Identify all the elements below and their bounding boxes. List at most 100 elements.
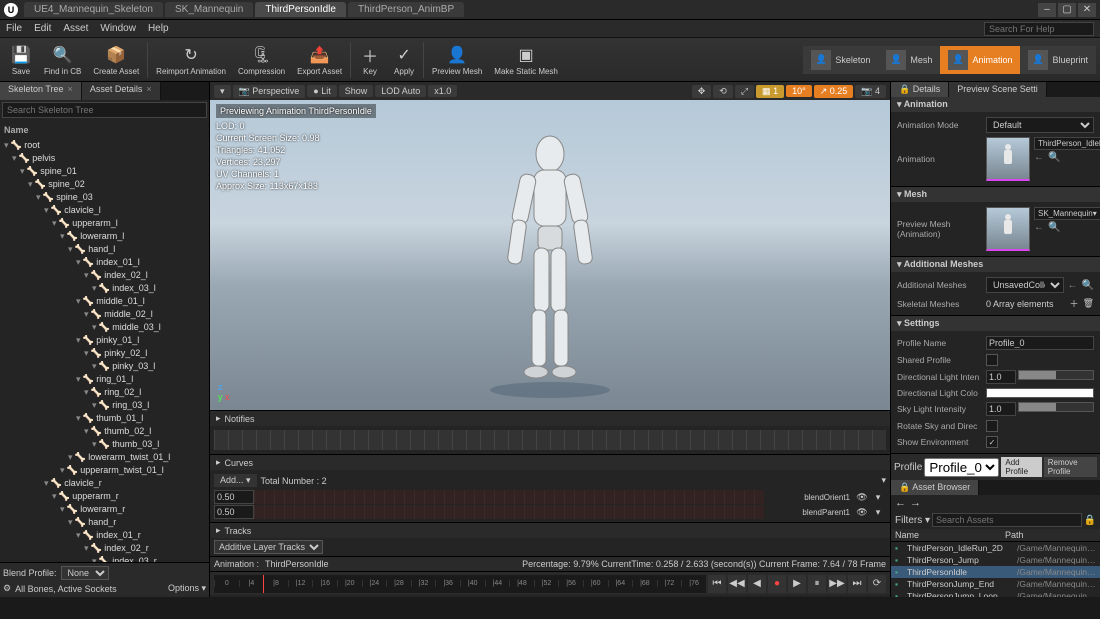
blend-profile-select[interactable]: None [61,566,109,580]
bone-node[interactable]: ▾🦴 ring_01_l [4,373,205,386]
sky-light-input[interactable] [986,402,1016,416]
compression-button[interactable]: 🗜Compression [232,42,291,78]
bone-node[interactable]: ▾🦴 upperarm_twist_01_l [4,464,205,477]
section-mesh[interactable]: ▾ Mesh [891,187,1100,202]
dir-light-color-picker[interactable] [986,388,1094,398]
bone-node[interactable]: ▾🦴 lowerarm_l [4,230,205,243]
use-icon[interactable]: ← [1034,222,1044,233]
bone-node[interactable]: ▾🦴 spine_03 [4,191,205,204]
bone-node[interactable]: ▾🦴 hand_l [4,243,205,256]
preview-mesh-button[interactable]: 👤Preview Mesh [426,42,488,78]
visibility-toggle[interactable]: 👁 [854,492,870,503]
lit-button[interactable]: ● Lit [307,85,336,97]
lock-icon[interactable]: 🔒 [1084,515,1096,526]
tab-skeleton-tree[interactable]: Skeleton Tree× [0,82,82,100]
snap-grid-button[interactable]: ▦ 1 [756,85,784,98]
notifies-header[interactable]: ▸Notifies [210,411,890,426]
bone-node[interactable]: ▾🦴 index_02_l [4,269,205,282]
maximize-button[interactable]: ▢ [1058,3,1076,17]
section-settings[interactable]: ▾ Settings [891,316,1100,331]
goto-end-button[interactable]: ⏭ [848,575,866,593]
bone-node[interactable]: ▾🦴 index_01_l [4,256,205,269]
asset-row[interactable]: ▪ThirdPerson_IdleRun_2D/Game/Mannequin/A… [891,542,1100,554]
transform-rotate-button[interactable]: ⟲ [713,85,733,98]
find-in-cb-button[interactable]: 🔍Find in CB [38,42,87,78]
document-tab[interactable]: SK_Mannequin [165,2,253,17]
curve-track[interactable]: 0.50blendOrient1👁▾ [214,490,886,504]
search-icon[interactable]: 🔍 [1048,222,1060,233]
snap-scale-button[interactable]: ↗ 0.25 [814,85,854,98]
bone-node[interactable]: ▾🦴 root [4,139,205,152]
lod-button[interactable]: LOD Auto [375,85,426,97]
menu-edit[interactable]: Edit [34,23,51,34]
settings-icon[interactable]: ⚙ [3,583,11,594]
transform-move-button[interactable]: ✥ [692,85,712,98]
loop-button[interactable]: ⟳ [868,575,886,593]
sky-light-slider[interactable] [1018,402,1094,412]
menu-asset[interactable]: Asset [63,23,88,34]
visibility-toggle[interactable]: 👁 [854,507,870,518]
minimize-button[interactable]: – [1038,3,1056,17]
options-dropdown[interactable]: Options ▾ [168,583,206,594]
key-button[interactable]: ＋Key [353,42,387,78]
bone-filter-label[interactable]: All Bones, Active Sockets [15,584,117,594]
step-fwd-button[interactable]: ▶▶ [828,575,846,593]
remove-profile-button[interactable]: Remove Profile [1044,457,1097,477]
show-env-checkbox[interactable]: ✓ [986,436,998,448]
bone-node[interactable]: ▾🦴 index_01_r [4,529,205,542]
animation-asset-link[interactable]: ThirdPerson_IdleRun_2D▾ [1034,137,1100,150]
reimport-animation-button[interactable]: ↻Reimport Animation [150,42,232,78]
curves-header[interactable]: ▸Curves [210,455,890,470]
timeline-ruler[interactable]: 0|4|8|12|16|20|24|28|32|36|40|44|48|52|5… [214,575,706,593]
mode-animation-button[interactable]: 👤Animation [940,46,1020,74]
show-button[interactable]: Show [339,85,374,97]
bone-node[interactable]: ▾🦴 upperarm_r [4,490,205,503]
bone-node[interactable]: ▾🦴 thumb_02_l [4,425,205,438]
curve-track[interactable]: 0.50blendParent1👁▾ [214,505,886,519]
profile-name-input[interactable] [986,336,1094,350]
transform-scale-button[interactable]: ⤢ [735,85,754,98]
bone-node[interactable]: ▾🦴 hand_r [4,516,205,529]
record-button[interactable]: ● [768,575,786,593]
bone-node[interactable]: ▾🦴 pinky_01_l [4,334,205,347]
section-animation[interactable]: ▾ Animation [891,97,1100,112]
search-icon[interactable]: 🔍 [1082,280,1094,291]
bone-node[interactable]: ▾🦴 index_02_r [4,542,205,555]
bone-node[interactable]: ▾🦴 clavicle_l [4,204,205,217]
bone-node[interactable]: ▾🦴 pelvis [4,152,205,165]
column-name[interactable]: Name [895,530,1005,540]
curve-value[interactable]: 0.50 [214,505,254,519]
mesh-thumbnail[interactable] [986,207,1030,251]
asset-search-input[interactable] [932,513,1082,527]
bone-node[interactable]: ▾🦴 thumb_01_l [4,412,205,425]
close-icon[interactable]: × [68,84,73,94]
curve-menu[interactable]: ▾ [870,492,886,503]
add-element-button[interactable]: ＋ [1070,297,1079,310]
profile-select[interactable]: Profile_0 [924,458,999,477]
3d-viewport[interactable]: Previewing Animation ThirdPersonIdle LOD… [210,100,890,410]
document-tab[interactable]: UE4_Mannequin_Skeleton [24,2,163,17]
use-icon[interactable]: ← [1034,152,1044,163]
bone-node[interactable]: ▾🦴 pinky_03_l [4,360,205,373]
help-search-input[interactable] [984,22,1094,36]
add-meshes-select[interactable]: UnsavedCollection [986,277,1064,293]
tab-details[interactable]: 🔒 Details [891,82,949,97]
bone-node[interactable]: ▾🦴 lowerarm_twist_01_l [4,451,205,464]
apply-button[interactable]: ✓Apply [387,42,421,78]
dir-light-intensity-slider[interactable] [1018,370,1094,380]
bone-node[interactable]: ▾🦴 middle_02_l [4,308,205,321]
skeleton-search-input[interactable] [2,102,207,118]
bone-node[interactable]: ▾🦴 index_03_r [4,555,205,562]
additive-tracks-select[interactable]: Additive Layer Tracks [214,540,323,554]
viewport-menu-button[interactable]: ▾ [214,85,231,98]
bone-node[interactable]: ▾🦴 ring_03_l [4,399,205,412]
mode-skeleton-button[interactable]: 👤Skeleton [803,46,878,74]
export-asset-button[interactable]: 📤Export Asset [291,42,348,78]
rotate-sky-checkbox[interactable] [986,420,998,432]
bone-node[interactable]: ▾🦴 index_03_l [4,282,205,295]
shared-profile-checkbox[interactable] [986,354,998,366]
make-static-mesh-button[interactable]: ▣Make Static Mesh [488,42,564,78]
close-button[interactable]: ✕ [1078,3,1096,17]
asset-row[interactable]: ▪ThirdPersonJump_Loop/Game/Mannequin/An [891,590,1100,597]
curve-value[interactable]: 0.50 [214,490,254,504]
